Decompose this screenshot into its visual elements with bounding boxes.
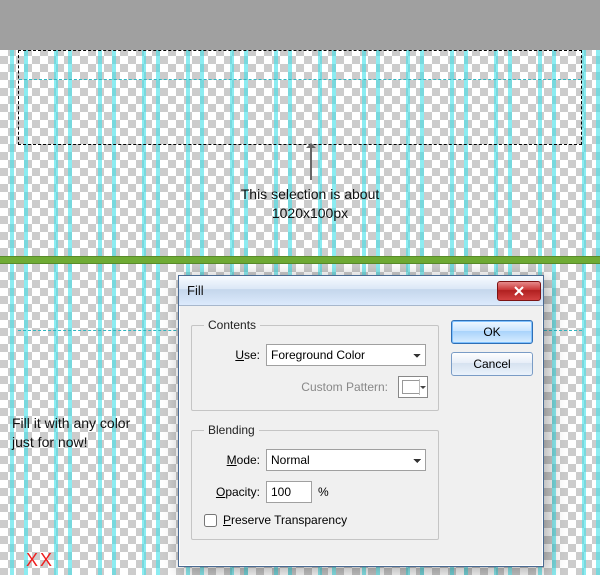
dialog-left-column: Contents Use: Foreground Color Custom Pa… xyxy=(191,318,439,552)
mode-label: Mode: xyxy=(204,453,260,467)
custom-pattern-label: Custom Pattern: xyxy=(204,380,388,394)
fill-note-line-2: just for now! xyxy=(12,434,87,450)
dialog-right-column: OK Cancel xyxy=(451,318,533,552)
fill-note-line-1: Fill it with any color xyxy=(12,415,130,431)
fill-instruction-annotation: Fill it with any color just for now! xyxy=(12,414,172,452)
annotation-arrow xyxy=(310,148,312,180)
annotation-line-2: 1020x100px xyxy=(272,205,348,221)
preserve-label: Preserve Transparency xyxy=(223,513,347,527)
opacity-label: Opacity: xyxy=(204,485,260,499)
blending-legend: Blending xyxy=(204,423,259,437)
green-divider xyxy=(0,256,600,264)
blending-group: Blending Mode: Normal Opacity: % Preserv… xyxy=(191,423,439,540)
opacity-unit: % xyxy=(318,485,329,499)
close-button[interactable] xyxy=(497,281,541,301)
use-label: Use: xyxy=(204,348,260,362)
ok-button[interactable]: OK xyxy=(451,320,533,344)
use-select[interactable]: Foreground Color xyxy=(266,344,426,366)
contents-group: Contents Use: Foreground Color Custom Pa… xyxy=(191,318,439,411)
dialog-body: Contents Use: Foreground Color Custom Pa… xyxy=(179,306,543,566)
preserve-transparency-checkbox[interactable]: Preserve Transparency xyxy=(204,513,428,527)
selection-size-annotation: This selection is about 1020x100px xyxy=(195,185,425,223)
dialog-title: Fill xyxy=(187,283,497,298)
dialog-titlebar[interactable]: Fill xyxy=(179,276,543,306)
close-icon xyxy=(513,286,525,296)
opacity-input[interactable] xyxy=(266,481,312,503)
fill-dialog: Fill Contents Use: Foreground Color Cust… xyxy=(178,275,544,567)
marquee-selection xyxy=(18,50,582,145)
mode-select[interactable]: Normal xyxy=(266,449,426,471)
contents-legend: Contents xyxy=(204,318,260,332)
custom-pattern-swatch xyxy=(398,376,428,398)
footer-mark: XX xyxy=(26,550,54,571)
document-edge xyxy=(0,0,600,50)
cancel-button[interactable]: Cancel xyxy=(451,352,533,376)
annotation-line-1: This selection is about xyxy=(241,186,380,202)
preserve-checkbox-input[interactable] xyxy=(204,514,217,527)
